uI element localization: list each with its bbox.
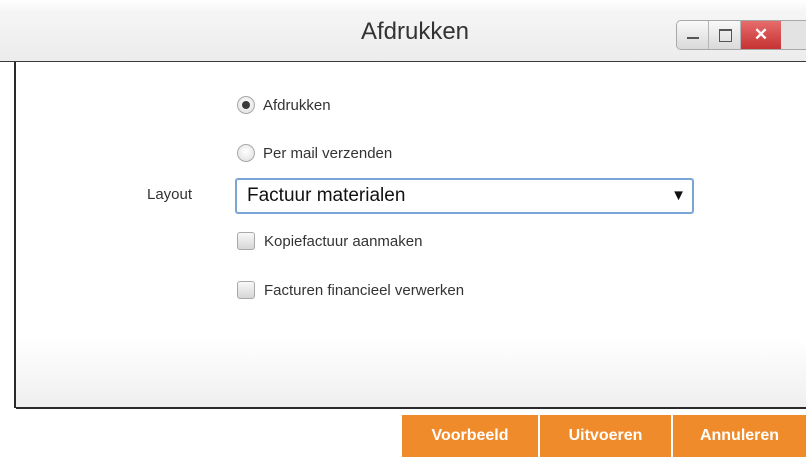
title-bar: Afdrukken ✕ (0, 0, 806, 62)
radio-print-row[interactable]: Afdrukken (237, 94, 331, 116)
check-financial-row[interactable]: Facturen financieel verwerken (237, 279, 464, 301)
title-bar-highlight (0, 0, 806, 14)
layout-select[interactable]: Factuur materialen ▼ (235, 178, 694, 214)
cancel-button[interactable]: Annuleren (671, 415, 806, 457)
check-copy-label: Kopiefactuur aanmaken (264, 232, 423, 250)
minimize-icon[interactable] (677, 21, 709, 49)
check-financial-label: Facturen financieel verwerken (264, 281, 465, 299)
radio-print-label: Afdrukken (263, 96, 331, 114)
close-icon[interactable]: ✕ (741, 21, 781, 49)
check-copy[interactable] (237, 232, 255, 250)
execute-button[interactable]: Uitvoeren (538, 415, 671, 457)
radio-print[interactable] (237, 96, 255, 114)
chevron-down-icon[interactable]: ▼ (671, 180, 686, 212)
maximize-icon[interactable] (709, 21, 741, 49)
radio-mail[interactable] (237, 144, 255, 162)
content-gradient (16, 337, 806, 407)
check-financial[interactable] (237, 281, 255, 299)
window-controls: ✕ (676, 20, 806, 50)
radio-mail-label: Per mail verzenden (263, 144, 393, 162)
layout-label: Layout (147, 186, 193, 203)
check-copy-row[interactable]: Kopiefactuur aanmaken (237, 230, 422, 252)
layout-select-value: Factuur materialen (247, 185, 406, 206)
radio-mail-row[interactable]: Per mail verzenden (237, 142, 392, 164)
preview-button[interactable]: Voorbeeld (402, 415, 538, 457)
